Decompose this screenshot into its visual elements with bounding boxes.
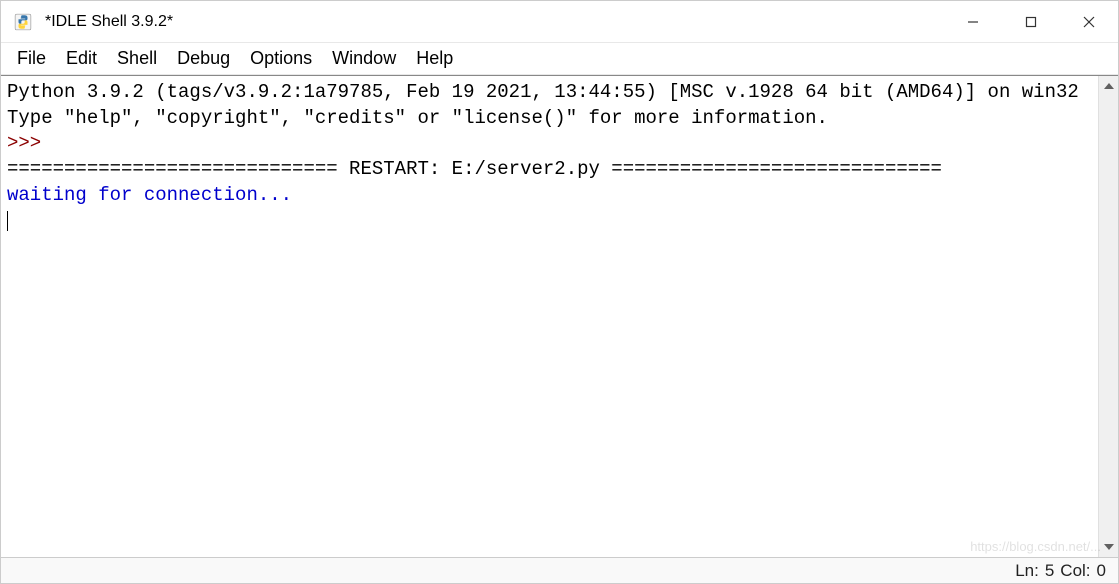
- scroll-track[interactable]: [1099, 96, 1118, 537]
- menu-file[interactable]: File: [7, 45, 56, 72]
- menu-options[interactable]: Options: [240, 45, 322, 72]
- col-label: Col:: [1060, 561, 1090, 581]
- app-icon: [13, 12, 33, 32]
- menu-edit[interactable]: Edit: [56, 45, 107, 72]
- content-area: Python 3.9.2 (tags/v3.9.2:1a79785, Feb 1…: [1, 75, 1118, 557]
- banner-text: Python 3.9.2 (tags/v3.9.2:1a79785, Feb 1…: [7, 81, 1079, 103]
- statusbar: Ln: 5 Col: 0: [1, 557, 1118, 583]
- minimize-button[interactable]: [944, 1, 1002, 42]
- menubar: File Edit Shell Debug Options Window Hel…: [1, 43, 1118, 75]
- menu-shell[interactable]: Shell: [107, 45, 167, 72]
- window-title: *IDLE Shell 3.9.2*: [45, 13, 944, 31]
- prompt: >>>: [7, 132, 53, 154]
- menu-help[interactable]: Help: [406, 45, 463, 72]
- menu-window[interactable]: Window: [322, 45, 406, 72]
- close-button[interactable]: [1060, 1, 1118, 42]
- text-cursor: [7, 211, 8, 231]
- scroll-down-button[interactable]: [1099, 537, 1118, 557]
- maximize-button[interactable]: [1002, 1, 1060, 42]
- output-text: waiting for connection...: [7, 184, 292, 206]
- menu-debug[interactable]: Debug: [167, 45, 240, 72]
- scroll-up-button[interactable]: [1099, 76, 1118, 96]
- line-value: 5: [1045, 561, 1054, 581]
- banner-text: Type "help", "copyright", "credits" or "…: [7, 107, 828, 129]
- line-label: Ln:: [1015, 561, 1039, 581]
- shell-editor[interactable]: Python 3.9.2 (tags/v3.9.2:1a79785, Feb 1…: [1, 76, 1098, 557]
- col-value: 0: [1097, 561, 1106, 581]
- titlebar: *IDLE Shell 3.9.2*: [1, 1, 1118, 43]
- vertical-scrollbar[interactable]: [1098, 76, 1118, 557]
- window-controls: [944, 1, 1118, 42]
- restart-line: ============================= RESTART: E…: [7, 158, 942, 180]
